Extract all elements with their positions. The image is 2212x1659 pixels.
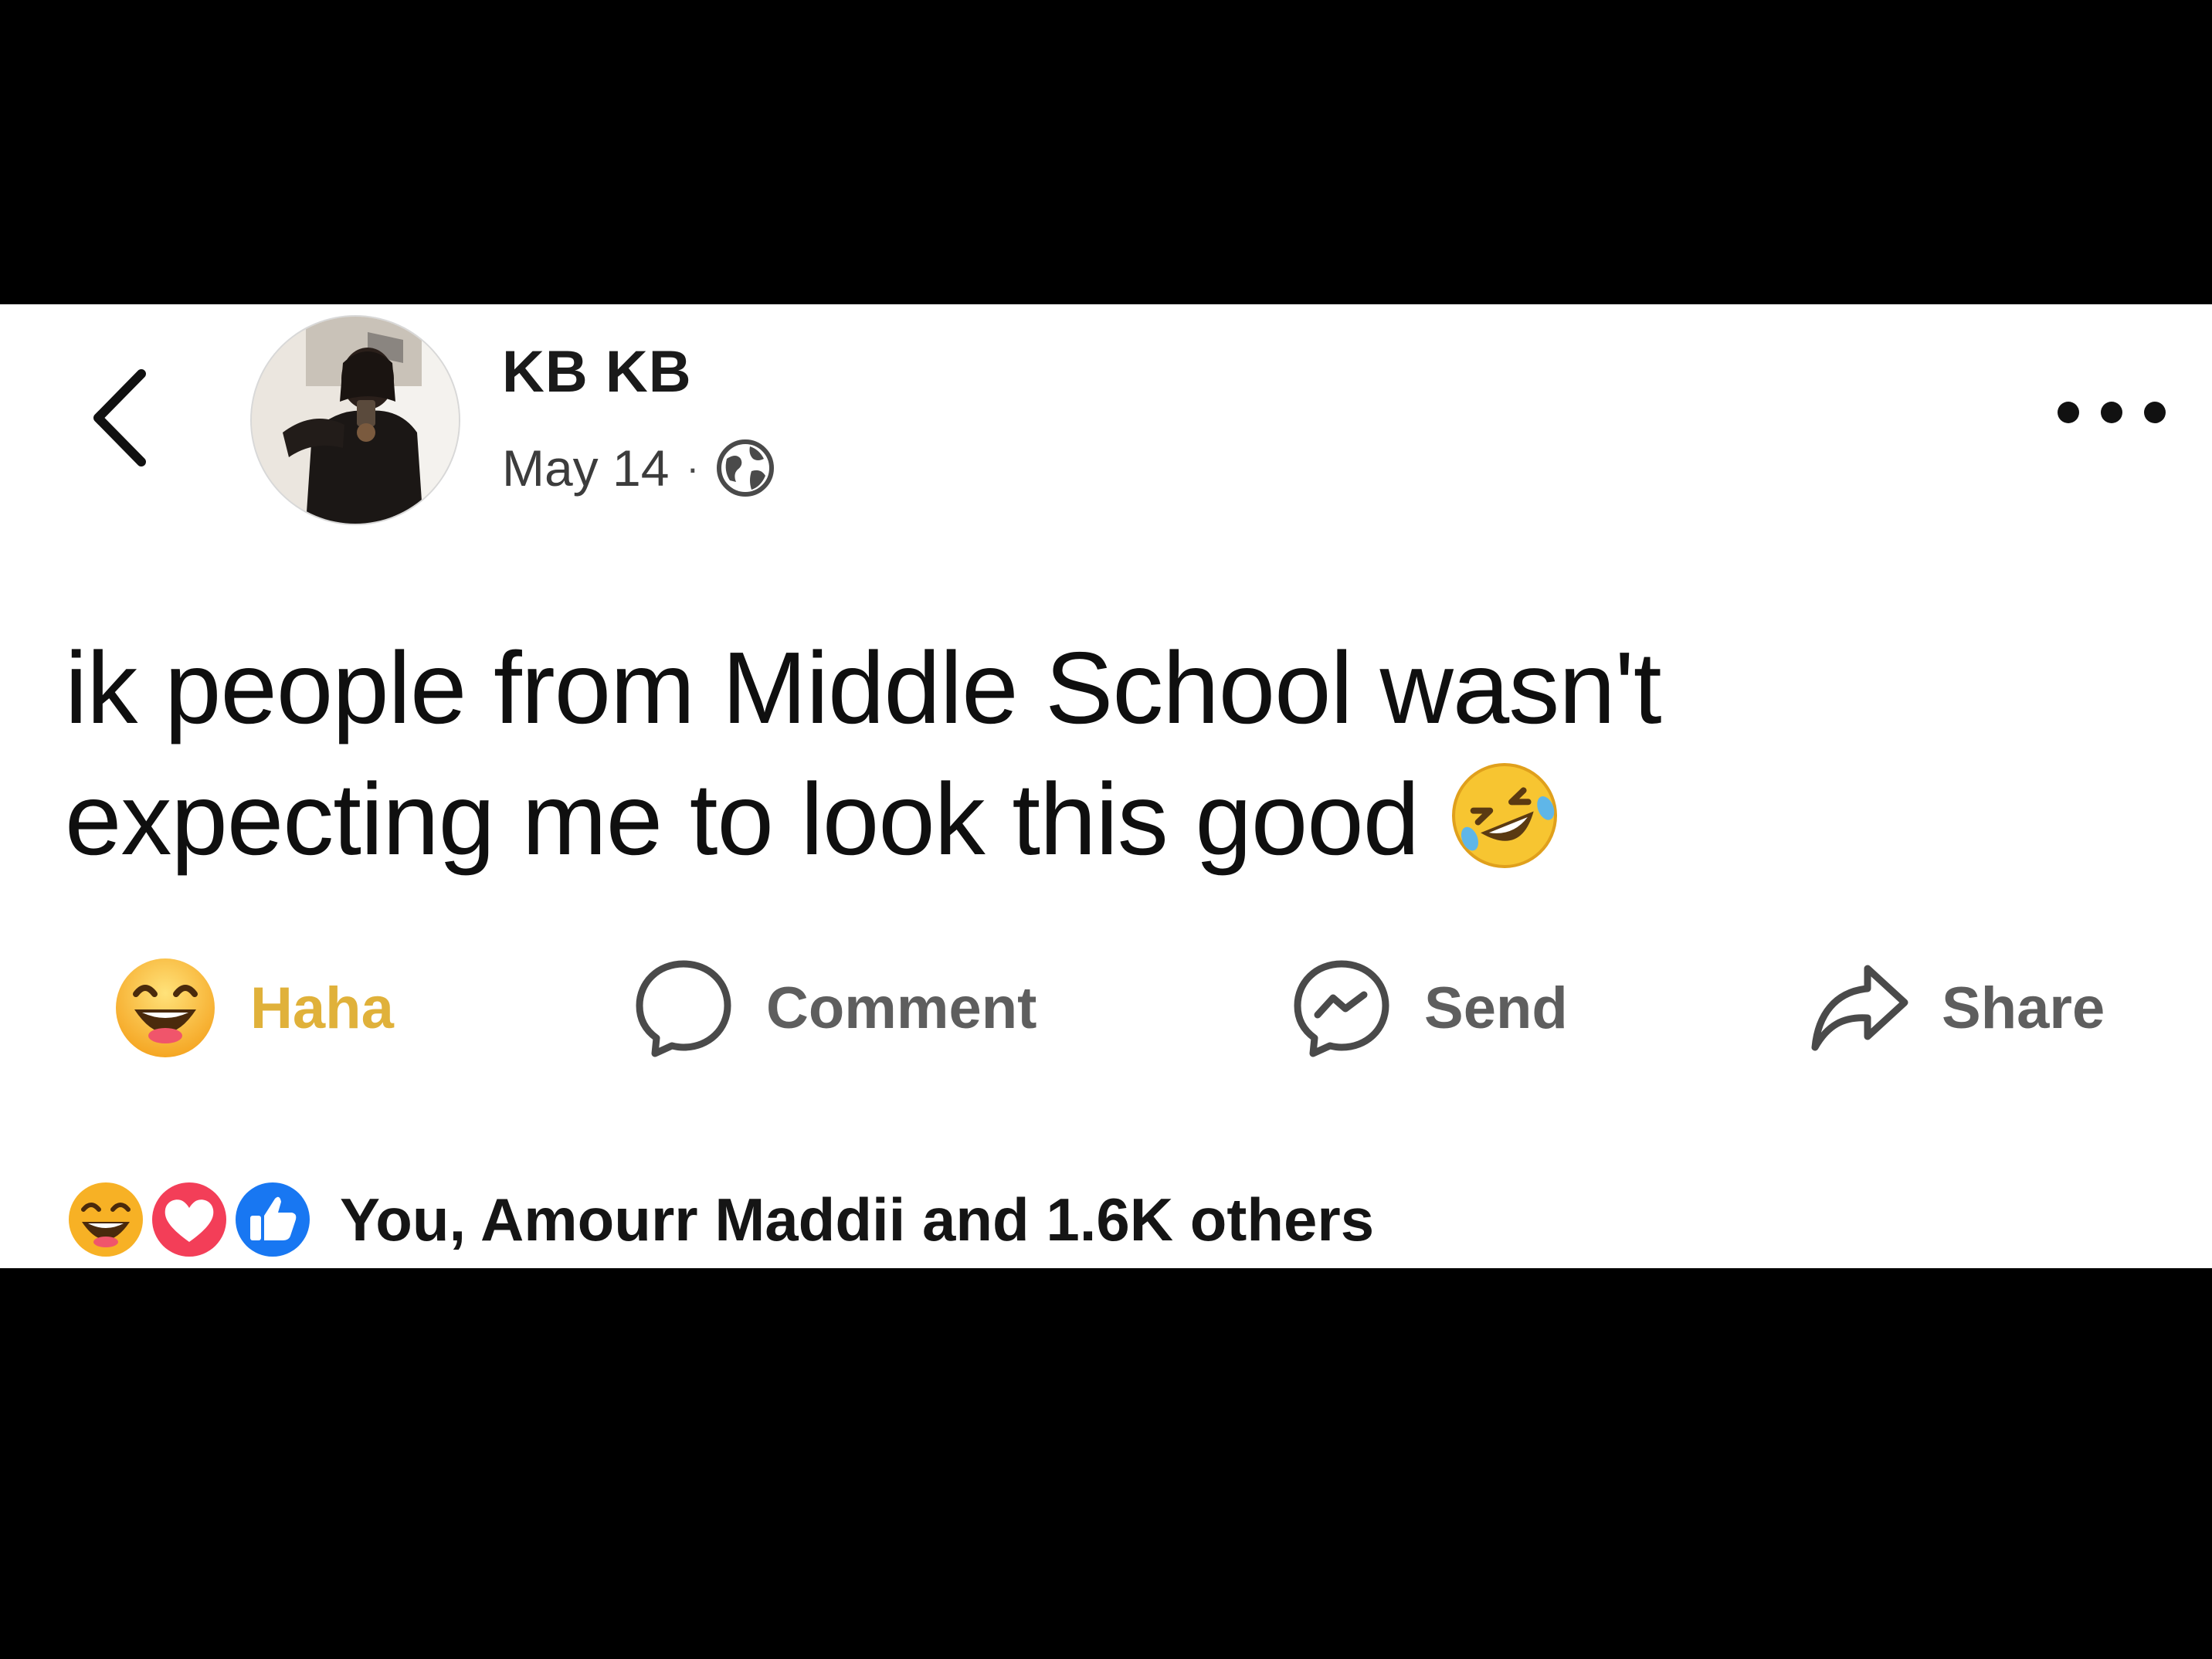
globe-icon <box>717 439 775 497</box>
more-dot-icon <box>2101 402 2122 423</box>
avatar-photo-icon <box>252 317 459 524</box>
more-dot-icon <box>2144 402 2166 423</box>
comment-bubble-icon <box>636 960 731 1057</box>
haha-reaction-icon <box>64 1178 148 1261</box>
messenger-icon <box>1294 960 1389 1057</box>
comment-button[interactable]: Comment <box>633 950 1036 1066</box>
rolling-on-floor-laughing-icon <box>1452 763 1558 869</box>
back-button[interactable] <box>87 368 156 468</box>
send-button[interactable]: Send <box>1291 950 1568 1066</box>
action-bar: Haha Comment Send Share <box>0 950 2212 1066</box>
post-date[interactable]: May 14 <box>502 439 669 497</box>
comment-label: Comment <box>766 975 1037 1041</box>
reactions-summary[interactable]: You, Amourr Maddii and 1.6K others <box>63 1177 1374 1262</box>
haha-button[interactable]: Haha <box>113 950 394 1066</box>
reaction-icons <box>63 1177 318 1262</box>
share-button[interactable]: Share <box>1809 950 2105 1066</box>
author-avatar[interactable] <box>252 317 459 524</box>
post-meta: May 14 · <box>502 439 775 497</box>
share-label: Share <box>1942 975 2105 1041</box>
post-text: ik people from Middle School wasn't expe… <box>65 623 2073 885</box>
chevron-left-icon <box>93 369 146 466</box>
post-card: KB KB May 14 · ik people from Middle Sch… <box>0 304 2212 1268</box>
post-body: ik people from Middle School wasn't expe… <box>65 631 1662 876</box>
reactions-summary-text: You, Amourr Maddii and 1.6K others <box>340 1185 1375 1254</box>
more-dot-icon <box>2058 402 2079 423</box>
meta-separator: · <box>686 446 700 490</box>
share-arrow-icon <box>1811 965 1908 1051</box>
haha-label: Haha <box>250 975 394 1041</box>
haha-reaction-icon <box>116 958 215 1057</box>
author-name[interactable]: KB KB <box>502 338 692 405</box>
love-reaction-icon <box>148 1178 231 1261</box>
send-label: Send <box>1424 975 1568 1041</box>
more-options-button[interactable] <box>2058 389 2166 436</box>
like-reaction-icon <box>231 1178 314 1261</box>
